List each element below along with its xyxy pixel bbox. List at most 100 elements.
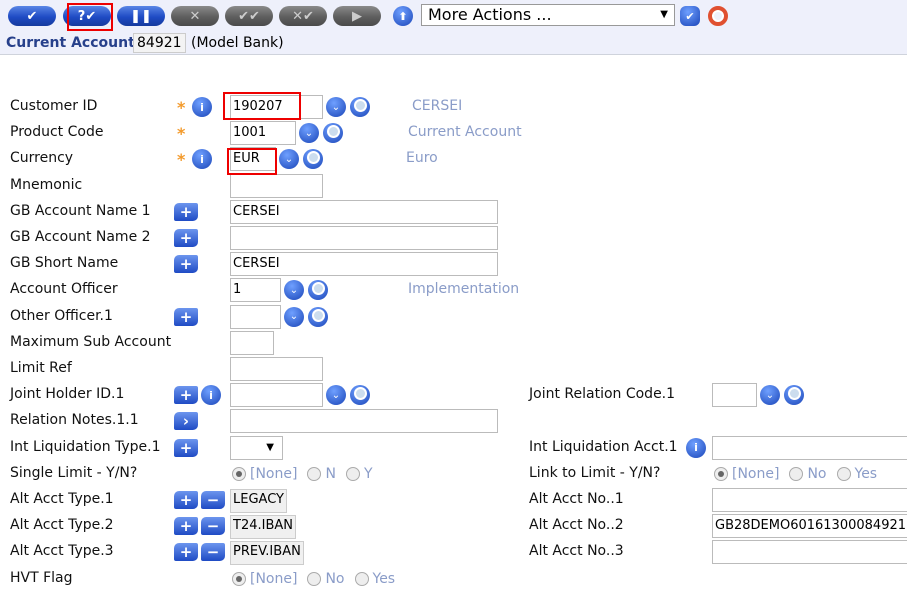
single-limit-y-n-radio-1[interactable] [307, 466, 322, 481]
alt-acct-no-3-input[interactable] [712, 540, 907, 565]
other-officer-1-input[interactable] [230, 304, 281, 329]
maximum-sub-account-input[interactable] [230, 330, 274, 355]
hold-button[interactable]: ❚❚ [117, 6, 165, 26]
info-icon[interactable]: i [686, 437, 706, 458]
toolbar: ✔ ?✔ ❚❚ ✕ ✔✔ ✕✔ ▶ ⬆ More Actions ... ▼ ✔ Curren… [0, 0, 907, 55]
hvt-flag-radio-2[interactable] [354, 571, 369, 586]
currency-label: Currency [10, 150, 74, 167]
add-multivalue-icon[interactable]: + [174, 517, 198, 536]
product-code-input[interactable]: 1001 [230, 121, 296, 146]
alt-acct-type-1-label: Alt Acct Type.1 [10, 491, 114, 507]
commit-button[interactable]: ✔ [8, 6, 56, 26]
mnemonic-input[interactable] [230, 173, 323, 198]
link-to-limit-y-n-radio-1[interactable] [789, 466, 804, 481]
mnemonic-label: Mnemonic [10, 176, 83, 193]
link-to-limit-y-n-radio-2[interactable] [836, 466, 851, 481]
hvt-flag-label: HVT Flag [10, 569, 73, 586]
dropdown-icon[interactable]: ⌄ [326, 385, 346, 406]
add-multivalue-icon[interactable]: + [174, 438, 198, 457]
dropdown-icon[interactable]: ⌄ [279, 149, 299, 170]
info-icon[interactable]: i [192, 97, 212, 117]
hvt-flag-option-label: No [325, 570, 345, 587]
add-multivalue-icon[interactable]: + [174, 491, 198, 509]
int-liquidation-type-1-select[interactable]: ▼ [230, 435, 283, 460]
relation-notes-1-1-input[interactable] [230, 409, 498, 434]
add-multivalue-icon[interactable]: + [174, 255, 198, 274]
gb-short-name-input[interactable]: CERSEI [230, 252, 498, 277]
remove-multivalue-icon[interactable]: − [201, 543, 225, 562]
highlight-box [227, 148, 277, 175]
reverse-button[interactable]: ✕✔ [279, 6, 327, 26]
lookup-search-icon[interactable] [303, 149, 323, 170]
single-limit-y-n-option-label: [None] [250, 465, 298, 482]
add-multivalue-icon[interactable]: + [174, 307, 198, 326]
page-title: Current Account [6, 35, 135, 51]
more-actions-select[interactable]: More Actions ... ▼ [421, 4, 675, 26]
gb-account-name-2-input[interactable] [230, 226, 498, 250]
dropdown-icon[interactable]: ⌄ [284, 306, 304, 327]
link-to-limit-y-n-label: Link to Limit - Y/N? [529, 464, 661, 481]
customer-id-enrichment: CERSEI [412, 98, 463, 114]
highlight-box [67, 3, 113, 31]
hvt-flag-radio-group: [None] No Yes [232, 571, 395, 587]
account-officer-label: Account Officer [10, 281, 118, 298]
account-officer-input[interactable]: 1 [230, 278, 281, 303]
lookup-search-icon[interactable] [308, 280, 328, 301]
required-star-icon: * [177, 124, 186, 144]
dropdown-icon[interactable]: ⌄ [326, 97, 346, 117]
info-icon[interactable]: i [201, 385, 221, 406]
limit-ref-label: Limit Ref [10, 360, 72, 376]
alt-acct-no-1-input[interactable] [712, 488, 907, 512]
int-liquidation-acct-1-input[interactable] [712, 435, 907, 460]
single-limit-y-n-label: Single Limit - Y/N? [10, 464, 138, 481]
help-lifebuoy-icon[interactable] [708, 6, 728, 26]
delete-button[interactable]: ✕ [171, 6, 219, 26]
add-multivalue-icon[interactable]: + [174, 202, 198, 221]
next-button[interactable]: ▶ [333, 6, 381, 26]
lookup-search-icon[interactable] [784, 385, 804, 406]
add-multivalue-icon[interactable]: + [174, 543, 198, 562]
gb-account-name-2-label: GB Account Name 2 [10, 229, 151, 245]
gb-account-name-1-input[interactable]: CERSEI [230, 199, 498, 224]
other-officer-1-label: Other Officer.1 [10, 307, 113, 324]
lookup-search-icon[interactable] [323, 123, 343, 144]
authorise-button[interactable]: ✔✔ [225, 6, 273, 26]
hvt-flag-radio-0[interactable] [232, 571, 246, 586]
expand-icon[interactable]: › [174, 412, 198, 431]
required-star-icon: * [177, 98, 186, 117]
single-limit-y-n-radio-0[interactable] [232, 466, 246, 481]
remove-multivalue-icon[interactable]: − [201, 517, 225, 536]
info-icon[interactable]: i [192, 149, 212, 170]
record-id: 84921 [133, 33, 186, 53]
customer-id-label: Customer ID [10, 98, 98, 114]
link-to-limit-y-n-radio-0[interactable] [714, 466, 728, 481]
limit-ref-input[interactable] [230, 357, 323, 381]
lookup-search-icon[interactable] [350, 97, 370, 117]
alt-acct-type-3-label: Alt Acct Type.3 [10, 543, 114, 560]
required-star-icon: * [177, 150, 186, 170]
joint-holder-id-1-input[interactable] [230, 383, 323, 408]
dropdown-icon[interactable]: ⌄ [284, 280, 304, 301]
lookup-search-icon[interactable] [350, 385, 370, 406]
single-limit-y-n-radio-2[interactable] [345, 466, 360, 481]
link-to-limit-y-n-option-label: [None] [732, 465, 780, 482]
up-arrow-icon[interactable]: ⬆ [393, 6, 413, 26]
alt-acct-no-2-input[interactable]: GB28DEMO60161300084921 [712, 514, 907, 539]
maximum-sub-account-label: Maximum Sub Account [10, 333, 172, 350]
company-name: (Model Bank) [191, 35, 284, 51]
joint-relation-code-1-label: Joint Relation Code.1 [529, 386, 676, 403]
int-liquidation-acct-1-label: Int Liquidation Acct.1 [529, 438, 678, 455]
hvt-flag-radio-1[interactable] [307, 571, 322, 586]
single-limit-y-n-option-label: N [325, 465, 336, 482]
add-multivalue-icon[interactable]: + [174, 229, 198, 247]
chevron-down-icon: ▼ [660, 9, 668, 20]
dropdown-icon[interactable]: ⌄ [760, 385, 780, 406]
remove-multivalue-icon[interactable]: − [201, 491, 225, 509]
go-button[interactable]: ✔ [680, 6, 700, 26]
add-multivalue-icon[interactable]: + [174, 386, 198, 405]
dropdown-icon[interactable]: ⌄ [299, 123, 319, 144]
highlight-box [223, 92, 301, 120]
link-to-limit-y-n-radio-group: [None] No Yes [714, 466, 877, 482]
joint-relation-code-1-input[interactable] [712, 383, 757, 408]
lookup-search-icon[interactable] [308, 306, 328, 327]
